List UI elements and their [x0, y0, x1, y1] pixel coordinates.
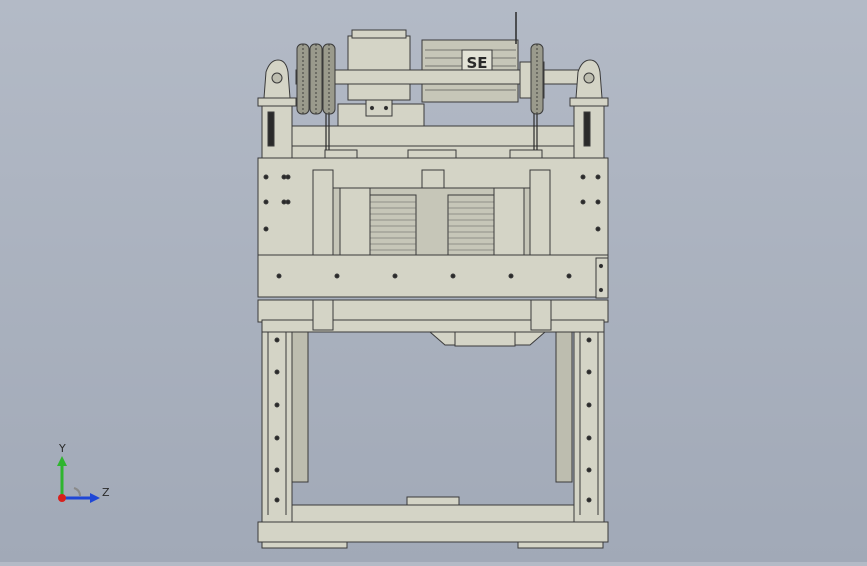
motor-logo-text: SE: [466, 54, 487, 72]
sprocket-3: [322, 43, 336, 115]
top-rail-block-right: [509, 149, 543, 159]
column-lower-right-rail: [555, 331, 573, 483]
lower-beam: [257, 299, 609, 323]
middle-beam-end: [595, 257, 609, 299]
top-rail-block-center: [407, 149, 457, 159]
column-lower-left: [261, 321, 293, 523]
slat-guard-right: [447, 194, 495, 256]
sprocket-4: [530, 43, 544, 115]
top-rail-block-left: [324, 149, 358, 159]
column-upper-right-slot: [583, 111, 591, 147]
carriage-block: [454, 331, 516, 347]
bottom-cross-beam: [261, 504, 605, 523]
motor-mount-bracket: [365, 99, 393, 117]
sprocket-2: [309, 43, 323, 115]
x-axis-origin: [58, 494, 66, 502]
middle-beam: [257, 254, 609, 298]
column-upper-left: [261, 102, 293, 159]
gear-reducer: [347, 35, 411, 101]
column-upper-left-slot: [267, 111, 275, 147]
triad-arc: [73, 487, 81, 497]
upper-crossbar: [291, 125, 575, 147]
coordinate-triad[interactable]: Y Z: [40, 438, 120, 518]
bottom-block: [406, 496, 460, 506]
z-axis-label: Z: [102, 486, 110, 499]
upper-inner-post-left: [339, 187, 371, 256]
y-axis-arrowhead: [57, 456, 67, 466]
column-cap-right: [569, 97, 609, 107]
upper-inner-post-right: [493, 187, 525, 256]
gear-reducer-top: [351, 29, 407, 39]
cad-viewport[interactable]: SE Y Z: [0, 0, 867, 562]
column-lower-left-rail: [291, 331, 309, 483]
bearing-right-hub: [583, 72, 595, 84]
upper-post-left: [312, 169, 334, 256]
beam-clamp-left: [312, 299, 334, 331]
y-axis-label: Y: [59, 442, 66, 455]
beam-clamp-right: [530, 299, 552, 331]
z-axis-arrowhead: [90, 493, 100, 503]
assembly-drawing[interactable]: SE: [0, 0, 867, 562]
base-foot-left: [261, 541, 348, 549]
sprocket-1: [296, 43, 310, 115]
slat-guard-left: [369, 194, 417, 256]
upper-post-right: [529, 169, 551, 256]
base-plate: [257, 521, 609, 543]
bearing-left-hub: [271, 72, 283, 84]
column-cap-left: [257, 97, 297, 107]
column-lower-right: [573, 321, 605, 523]
base-foot-right: [517, 541, 604, 549]
